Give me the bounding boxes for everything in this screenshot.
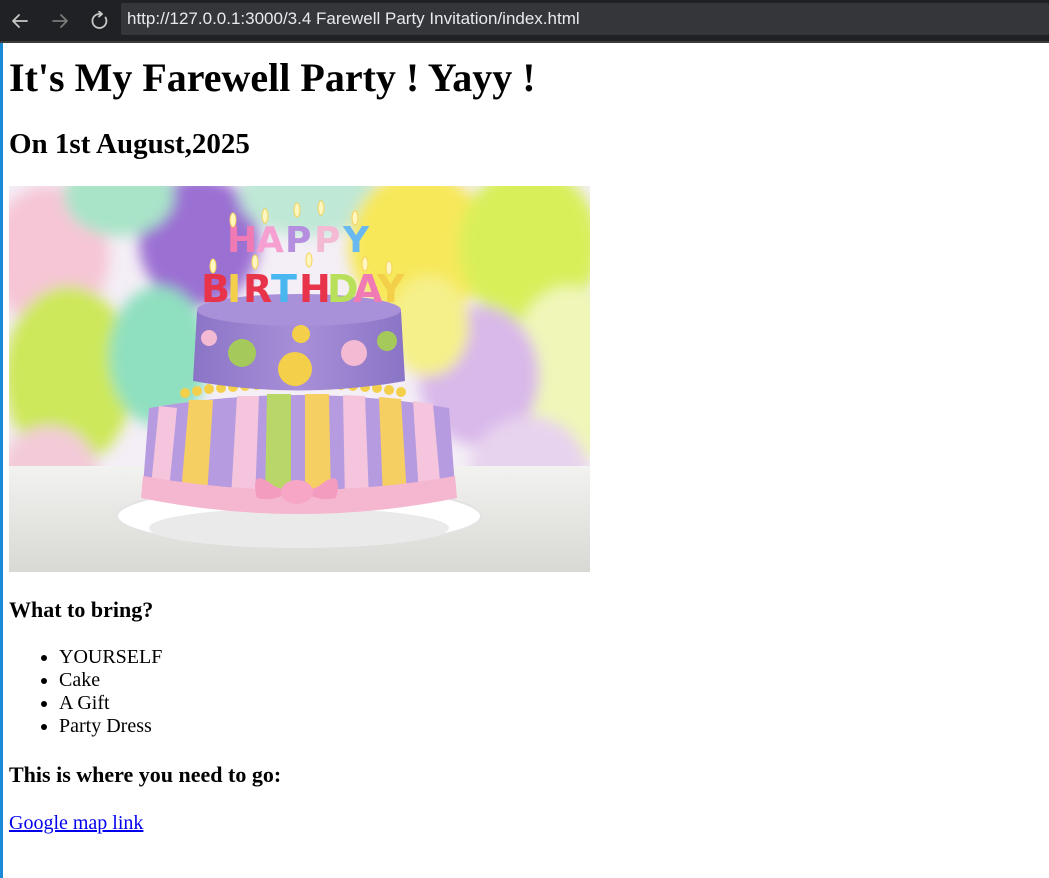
toolbar-divider <box>0 41 1049 43</box>
candle-letter: B <box>201 267 230 311</box>
forward-button[interactable] <box>40 1 80 41</box>
birthday-cake-image: H A P P Y B I R T H D A Y <box>9 186 590 572</box>
back-button[interactable] <box>0 1 40 41</box>
url-text[interactable]: http://127.0.0.1:3000/3.4 Farewell Party… <box>127 9 580 29</box>
list-item: Cake <box>59 669 162 692</box>
reload-button[interactable] <box>80 1 120 41</box>
date-heading: On 1st August,2025 <box>9 128 250 160</box>
candle-letter: I <box>227 267 241 311</box>
google-map-link[interactable]: Google map link <box>9 812 143 835</box>
bring-list: YOURSELF Cake A Gift Party Dress <box>9 646 162 738</box>
reload-icon <box>91 10 108 29</box>
candle-letter: R <box>243 267 272 311</box>
arrow-left-icon <box>12 13 28 28</box>
candle-letter: T <box>271 267 297 311</box>
list-item: Party Dress <box>59 715 162 738</box>
candle-letter: P <box>314 220 340 261</box>
bring-heading: What to bring? <box>9 597 154 622</box>
address-bar[interactable]: http://127.0.0.1:3000/3.4 Farewell Party… <box>121 3 1049 35</box>
cake-illustration: H A P P Y B I R T H D A Y <box>9 186 590 572</box>
arrow-right-icon <box>52 13 68 28</box>
browser-toolbar: http://127.0.0.1:3000/3.4 Farewell Party… <box>0 0 1049 41</box>
candle-letter: A <box>256 220 284 261</box>
list-item: A Gift <box>59 692 162 715</box>
list-item: YOURSELF <box>59 646 162 669</box>
location-heading: This is where you need to go: <box>9 762 282 787</box>
candle-letter: Y <box>342 220 370 261</box>
window-focus-edge <box>0 0 3 878</box>
page-title: It's My Farewell Party ! Yayy ! <box>9 55 536 100</box>
